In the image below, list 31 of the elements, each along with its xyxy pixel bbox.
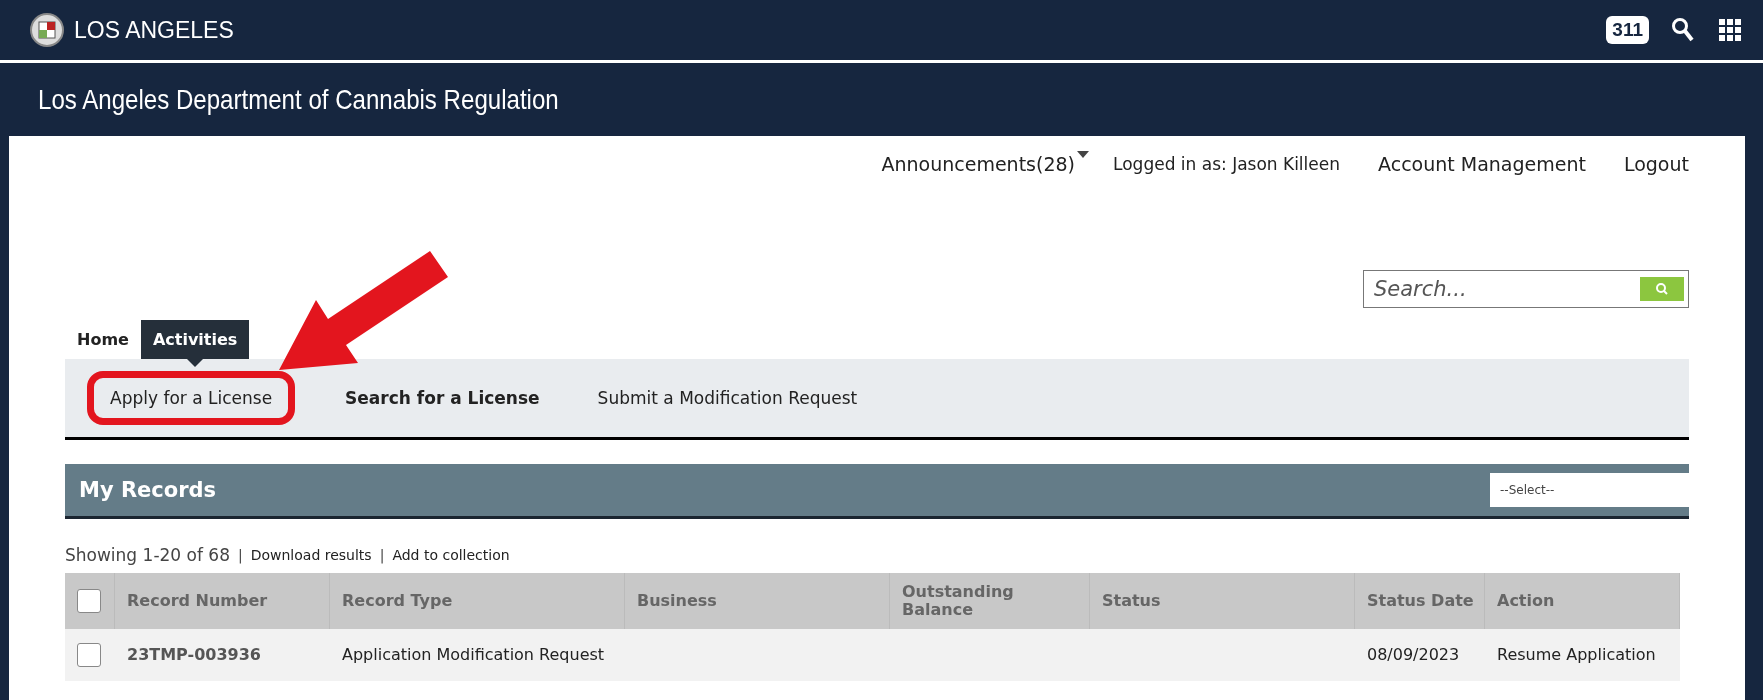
apps-grid-icon[interactable] xyxy=(1719,19,1741,41)
city-name: LOS ANGELES xyxy=(74,16,235,44)
announcements-link[interactable]: Announcements(28) xyxy=(881,153,1075,175)
separator: | xyxy=(238,547,243,563)
city-seal-icon xyxy=(30,13,64,47)
search-button[interactable] xyxy=(1640,277,1684,301)
caret-icon xyxy=(1077,151,1089,158)
header-link[interactable]: Account Management xyxy=(1378,153,1586,175)
separator: | xyxy=(379,547,385,563)
search-icon xyxy=(1655,282,1669,296)
results-action-link[interactable]: Download results xyxy=(250,547,372,563)
311-badge[interactable]: 311 xyxy=(1606,16,1649,44)
search-icon[interactable] xyxy=(1671,17,1695,43)
records-title: My Records xyxy=(79,478,217,502)
nav-tab[interactable]: Home xyxy=(65,320,141,359)
header-link[interactable]: Logout xyxy=(1623,153,1689,175)
table-cell: 23TMP-003936 xyxy=(115,629,330,681)
department-title: Los Angeles Department of Cannabis Regulation xyxy=(38,83,559,116)
subnav-link[interactable]: Submit a Modification Request xyxy=(589,387,866,409)
logged-in-text: Logged in as: Jason Killeen xyxy=(1113,154,1340,174)
action-link[interactable]: Resume Application xyxy=(1485,629,1680,681)
checkbox[interactable] xyxy=(77,589,101,613)
results-summary: Showing 1-20 of 68 xyxy=(65,545,230,565)
subnav-link[interactable]: Apply for a License xyxy=(87,370,296,426)
checkbox[interactable] xyxy=(77,643,101,667)
table-cell: 08/09/2023 xyxy=(1355,629,1485,681)
results-action-link[interactable]: Add to collection xyxy=(392,547,510,563)
search-field[interactable]: Search... xyxy=(1363,270,1689,308)
table-cell: Application Modification Request xyxy=(330,629,625,681)
select-dropdown[interactable]: --Select-- xyxy=(1490,473,1690,507)
subnav-link[interactable]: Search for a License xyxy=(337,387,548,409)
